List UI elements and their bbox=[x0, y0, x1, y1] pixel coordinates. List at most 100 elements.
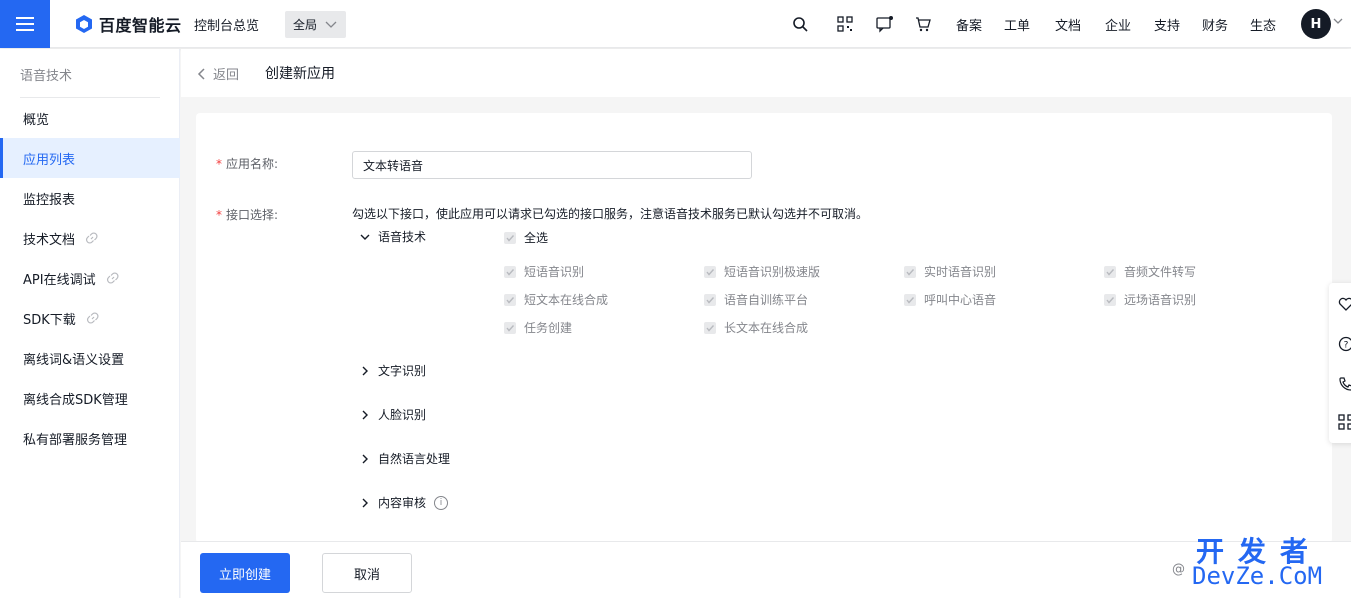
api-group-label: 自然语言处理 bbox=[378, 452, 451, 466]
chevron-right-icon bbox=[362, 498, 368, 507]
form-card: *应用名称: *接口选择: 勾选以下接口，使此应用可以请求已勾选的接口服务，注意… bbox=[196, 113, 1332, 543]
nav-ecosystem[interactable]: 生态 bbox=[1250, 15, 1276, 34]
region-value: 全局 bbox=[293, 18, 318, 32]
api-group-label: 人脸识别 bbox=[378, 408, 427, 422]
check-icon bbox=[704, 265, 716, 278]
api-checkbox[interactable]: 呼叫中心语音 bbox=[904, 291, 996, 308]
app-name-label: * 应用名称: bbox=[216, 157, 279, 171]
api-checkbox[interactable]: 短语音识别 bbox=[504, 263, 584, 280]
menu-button[interactable] bbox=[0, 0, 50, 48]
nav-filing[interactable]: 备案 bbox=[956, 15, 982, 34]
create-button[interactable]: 立即创建 bbox=[200, 553, 290, 593]
sidebar-item-label: 技术文档 bbox=[23, 232, 76, 248]
help-icon[interactable]: ? bbox=[1337, 335, 1351, 353]
cancel-button[interactable]: 取消 bbox=[322, 553, 412, 593]
heart-icon[interactable] bbox=[1337, 295, 1351, 313]
logo-text: 百度智能云 bbox=[99, 16, 182, 35]
sidebar-item-label: SDK下载 bbox=[23, 312, 76, 328]
api-checkbox[interactable]: 短文本在线合成 bbox=[504, 291, 608, 308]
chevron-down-icon bbox=[325, 21, 337, 28]
nav-ticket[interactable]: 工单 bbox=[1004, 15, 1030, 34]
nav-finance[interactable]: 财务 bbox=[1202, 15, 1228, 34]
api-checkbox[interactable]: 实时语音识别 bbox=[904, 263, 996, 280]
page-header: 返回 创建新应用 bbox=[181, 49, 1351, 97]
checkbox-label: 短语音识别 bbox=[524, 265, 585, 279]
api-checkbox[interactable]: 任务创建 bbox=[504, 319, 572, 336]
check-icon bbox=[704, 321, 716, 334]
sidebar-item-label: API在线调试 bbox=[23, 272, 96, 288]
sidebar-item-api-debug[interactable]: API在线调试 bbox=[0, 258, 180, 298]
nav-docs[interactable]: 文档 bbox=[1055, 15, 1081, 34]
check-icon bbox=[704, 293, 716, 306]
check-icon bbox=[504, 231, 516, 244]
api-checkbox[interactable]: 音频文件转写 bbox=[1104, 263, 1196, 280]
baidu-cloud-logo-icon bbox=[76, 15, 92, 33]
api-group-speech[interactable]: 语音技术 bbox=[360, 228, 426, 245]
nav-enterprise[interactable]: 企业 bbox=[1105, 15, 1131, 34]
checkbox-label: 长文本在线合成 bbox=[724, 321, 809, 335]
sidebar-item-label: 离线合成SDK管理 bbox=[23, 392, 128, 408]
check-icon bbox=[504, 293, 516, 306]
sidebar-item-monitor-report[interactable]: 监控报表 bbox=[0, 178, 180, 218]
chevron-right-icon bbox=[362, 366, 368, 375]
api-group-nlp[interactable]: 自然语言处理 bbox=[360, 450, 450, 467]
link-icon bbox=[86, 312, 99, 324]
sidebar-title: 语音技术 bbox=[20, 69, 73, 84]
sidebar-item-overview[interactable]: 概览 bbox=[0, 98, 180, 138]
cart-icon[interactable] bbox=[913, 14, 933, 34]
sidebar-item-sdk-download[interactable]: SDK下载 bbox=[0, 298, 180, 338]
chevron-down-icon bbox=[360, 234, 370, 240]
sidebar-item-offline-words[interactable]: 离线词&语义设置 bbox=[0, 338, 180, 378]
apps-grid-icon[interactable] bbox=[1337, 413, 1351, 431]
back-button[interactable]: 返回 bbox=[197, 64, 239, 83]
link-icon bbox=[106, 272, 119, 284]
checkbox-label: 任务创建 bbox=[524, 321, 573, 335]
api-checkbox[interactable]: 短语音识别极速版 bbox=[704, 263, 820, 280]
qrcode-icon[interactable] bbox=[835, 14, 855, 34]
api-group-label: 文字识别 bbox=[378, 364, 427, 378]
check-icon bbox=[904, 293, 916, 306]
chevron-right-icon bbox=[362, 454, 368, 463]
sidebar-item-offline-sdk[interactable]: 离线合成SDK管理 bbox=[0, 378, 180, 418]
message-icon[interactable] bbox=[875, 14, 895, 34]
sidebar-item-app-list[interactable]: 应用列表 bbox=[0, 138, 180, 178]
check-icon bbox=[904, 265, 916, 278]
api-group-label: 语音技术 bbox=[378, 230, 427, 244]
search-icon[interactable] bbox=[790, 14, 810, 34]
console-overview-link[interactable]: 控制台总览 bbox=[194, 15, 259, 34]
api-group-content-audit[interactable]: 内容审核 i bbox=[360, 494, 449, 511]
sidebar-item-private-deploy[interactable]: 私有部署服务管理 bbox=[0, 418, 180, 458]
svg-text:?: ? bbox=[1344, 341, 1349, 351]
checkbox-label: 实时语音识别 bbox=[924, 265, 997, 279]
checkbox-label: 远场语音识别 bbox=[1124, 293, 1197, 307]
chevron-down-icon[interactable] bbox=[1333, 17, 1343, 25]
check-icon bbox=[1104, 293, 1116, 306]
logo[interactable]: 百度智能云 bbox=[74, 13, 182, 35]
api-group-ocr[interactable]: 文字识别 bbox=[360, 362, 426, 379]
back-label: 返回 bbox=[213, 68, 240, 83]
checkbox-label: 呼叫中心语音 bbox=[924, 293, 997, 307]
region-select[interactable]: 全局 bbox=[285, 11, 346, 38]
watermark-at: @ bbox=[1172, 562, 1185, 577]
checkbox-label: 全选 bbox=[524, 231, 549, 245]
api-checkbox[interactable]: 长文本在线合成 bbox=[704, 319, 808, 336]
hamburger-icon bbox=[16, 17, 34, 31]
api-checkbox[interactable]: 远场语音识别 bbox=[1104, 291, 1196, 308]
checkbox-label: 短文本在线合成 bbox=[524, 293, 609, 307]
sidebar-item-tech-docs[interactable]: 技术文档 bbox=[0, 218, 180, 258]
chevron-left-icon bbox=[197, 67, 205, 80]
check-icon bbox=[504, 321, 516, 334]
api-checkbox[interactable]: 语音自训练平台 bbox=[704, 291, 808, 308]
sidebar-item-label: 概览 bbox=[23, 112, 50, 128]
chevron-right-icon bbox=[362, 410, 368, 419]
nav-support[interactable]: 支持 bbox=[1154, 15, 1180, 34]
watermark-en: DevZe.CoM bbox=[1192, 562, 1323, 590]
phone-icon[interactable] bbox=[1337, 375, 1351, 393]
avatar[interactable]: H bbox=[1301, 9, 1331, 39]
api-group-face[interactable]: 人脸识别 bbox=[360, 406, 426, 423]
checkbox-label: 音频文件转写 bbox=[1124, 265, 1197, 279]
app-name-input[interactable] bbox=[352, 151, 752, 179]
select-all-checkbox[interactable]: 全选 bbox=[504, 229, 548, 246]
checkbox-label: 语音自训练平台 bbox=[724, 293, 809, 307]
info-icon[interactable]: i bbox=[434, 495, 449, 510]
